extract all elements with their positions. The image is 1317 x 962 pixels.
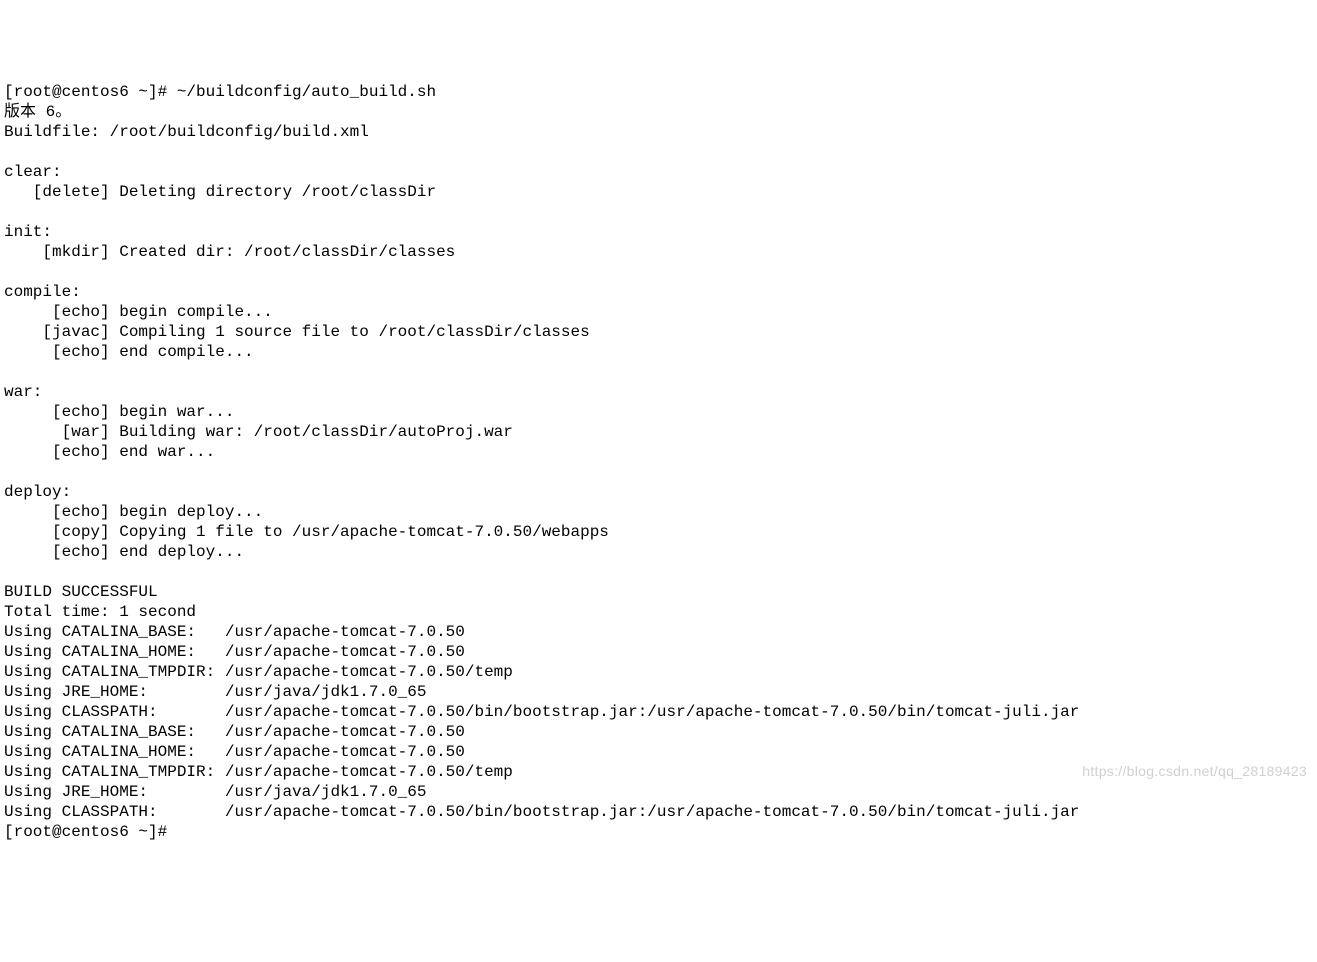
terminal-line: BUILD SUCCESSFUL — [4, 582, 1313, 602]
terminal-line: Using CLASSPATH: /usr/apache-tomcat-7.0.… — [4, 702, 1313, 722]
terminal-line: deploy: — [4, 482, 1313, 502]
terminal-line: compile: — [4, 282, 1313, 302]
terminal-line: Using CATALINA_BASE: /usr/apache-tomcat-… — [4, 722, 1313, 742]
terminal-line: [echo] begin war... — [4, 402, 1313, 422]
terminal-line — [4, 142, 1313, 162]
terminal-line: [echo] end deploy... — [4, 542, 1313, 562]
terminal-line: [echo] begin compile... — [4, 302, 1313, 322]
terminal-line: Using CATALINA_HOME: /usr/apache-tomcat-… — [4, 642, 1313, 662]
terminal-line — [4, 462, 1313, 482]
terminal-line: Using CLASSPATH: /usr/apache-tomcat-7.0.… — [4, 802, 1313, 822]
terminal-line: Using CATALINA_HOME: /usr/apache-tomcat-… — [4, 742, 1313, 762]
terminal-line — [4, 202, 1313, 222]
terminal-line: [javac] Compiling 1 source file to /root… — [4, 322, 1313, 342]
watermark-text: https://blog.csdn.net/qq_28189423 — [1082, 763, 1307, 781]
terminal-line: Total time: 1 second — [4, 602, 1313, 622]
terminal-line: 版本 6。 — [4, 102, 1313, 122]
terminal-line: [war] Building war: /root/classDir/autoP… — [4, 422, 1313, 442]
terminal-line: Using JRE_HOME: /usr/java/jdk1.7.0_65 — [4, 782, 1313, 802]
terminal-line: Buildfile: /root/buildconfig/build.xml — [4, 122, 1313, 142]
terminal-line: [echo] end compile... — [4, 342, 1313, 362]
terminal-line: [echo] end war... — [4, 442, 1313, 462]
terminal-line: [root@centos6 ~]# ~/buildconfig/auto_bui… — [4, 82, 1313, 102]
terminal-line: [copy] Copying 1 file to /usr/apache-tom… — [4, 522, 1313, 542]
terminal-line: [mkdir] Created dir: /root/classDir/clas… — [4, 242, 1313, 262]
terminal-line — [4, 562, 1313, 582]
terminal-line — [4, 262, 1313, 282]
terminal-line: Using CATALINA_TMPDIR: /usr/apache-tomca… — [4, 662, 1313, 682]
terminal-line: clear: — [4, 162, 1313, 182]
terminal-output[interactable]: [root@centos6 ~]# ~/buildconfig/auto_bui… — [4, 82, 1313, 842]
terminal-line: war: — [4, 382, 1313, 402]
terminal-line — [4, 362, 1313, 382]
terminal-line: [echo] begin deploy... — [4, 502, 1313, 522]
terminal-line: init: — [4, 222, 1313, 242]
terminal-line: [delete] Deleting directory /root/classD… — [4, 182, 1313, 202]
terminal-line: Using JRE_HOME: /usr/java/jdk1.7.0_65 — [4, 682, 1313, 702]
terminal-line: [root@centos6 ~]# — [4, 822, 1313, 842]
terminal-line: Using CATALINA_BASE: /usr/apache-tomcat-… — [4, 622, 1313, 642]
